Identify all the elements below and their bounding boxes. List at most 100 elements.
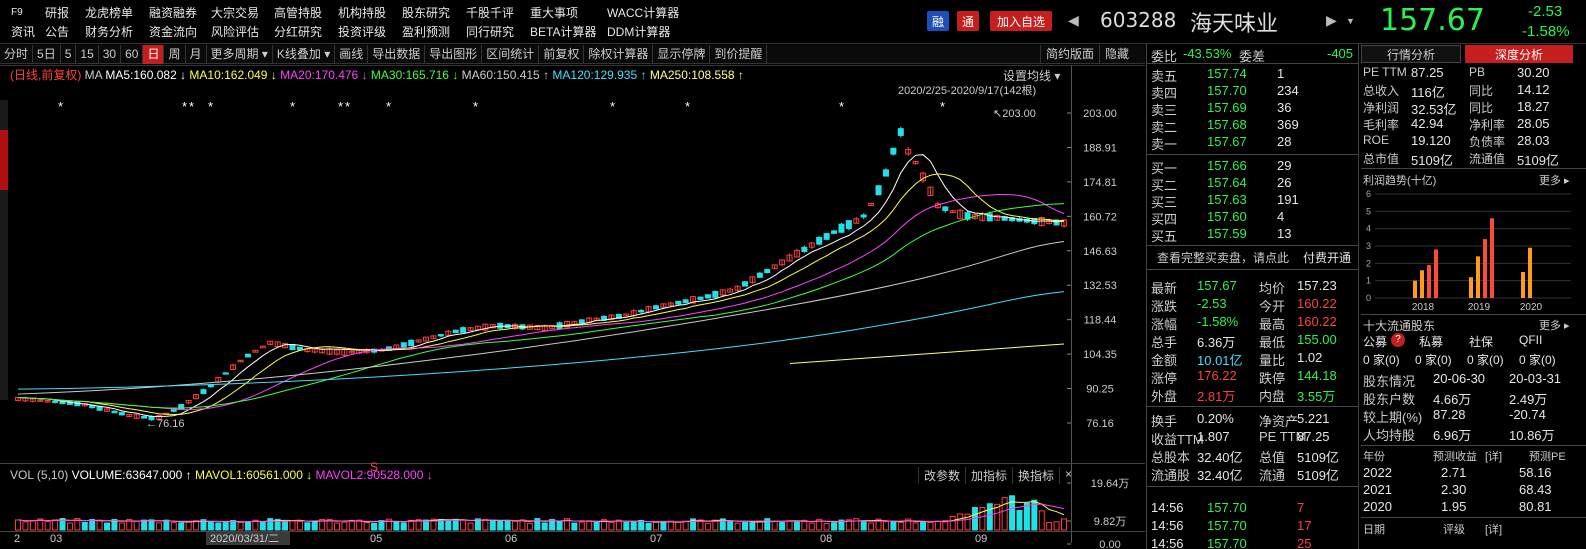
menu-item-row2-8[interactable]: 同行研究	[463, 23, 517, 40]
menu-item-row1-7[interactable]: 股东研究	[399, 4, 453, 21]
side-strip[interactable]	[0, 100, 8, 400]
event-star[interactable]: *	[839, 99, 844, 114]
toolbar-item-15[interactable]: 前复权	[539, 44, 585, 64]
menu-item-row1-1[interactable]: 研报	[42, 4, 72, 21]
tong-tag[interactable]: 通	[957, 11, 979, 31]
menu-item-row2-4[interactable]: 风险评估	[208, 23, 262, 40]
toolbar-item-11[interactable]: 画线	[335, 44, 369, 64]
toolbar-item-18[interactable]: 到价提醒	[710, 44, 768, 64]
help-icon[interactable]: ?	[1391, 333, 1405, 347]
menu-item-row1-6[interactable]: 机构持股	[335, 4, 389, 21]
vol-btn-3[interactable]: ×	[1059, 467, 1077, 484]
toolbar-item-1[interactable]: 5日	[33, 44, 61, 64]
volume-bar	[311, 520, 318, 531]
sell-level-price[interactable]: 157.74	[1207, 66, 1247, 81]
menu-row-1: F9 研报 龙虎榜单 融资融券 大宗交易 高管持股 机构持股 股东研究 千股千评 重大事项 WACC…	[0, 3, 700, 21]
menu-item-row2-9[interactable]: BETA计算器	[527, 23, 599, 40]
vol-btn-2[interactable]: 换指标	[1012, 467, 1059, 484]
event-star[interactable]: *	[685, 99, 690, 114]
profit-year-label: 2018	[1412, 302, 1435, 313]
toolbar-item-5[interactable]: 60	[121, 44, 144, 64]
event-star[interactable]: *	[338, 99, 343, 114]
toolbar-item-7[interactable]: 周	[164, 44, 186, 64]
candle-body	[289, 344, 296, 351]
event-star[interactable]: *	[189, 99, 194, 114]
stat-value: 176.22	[1197, 368, 1237, 383]
forecast-detail-link[interactable]: [详]	[1485, 448, 1502, 464]
event-star[interactable]: *	[386, 99, 391, 114]
buy-level-price[interactable]: 157.64	[1207, 175, 1247, 190]
toolbar-item-16[interactable]: 除权计算器	[584, 44, 654, 64]
toolbar-item-3[interactable]: 15	[76, 44, 99, 64]
full-book-link[interactable]: 查看完整买卖盘，请点此	[1157, 249, 1289, 266]
vol-btn-0[interactable]: 改参数	[918, 467, 965, 484]
sell-level-price[interactable]: 157.67	[1207, 134, 1247, 149]
tab-market-analysis[interactable]: 行情分析	[1361, 45, 1461, 63]
menu-item-row2-0[interactable]: 资讯	[8, 23, 38, 40]
rating-detail-link[interactable]: [详]	[1485, 521, 1502, 537]
menu-item-row1-2[interactable]: 龙虎榜单	[82, 4, 136, 21]
event-star[interactable]: *	[58, 99, 63, 114]
buy-level-price[interactable]: 157.60	[1207, 209, 1247, 224]
holder-type[interactable]: 社保	[1469, 333, 1493, 350]
toolbar-right-item-1[interactable]: 隐藏	[1099, 45, 1134, 64]
menu-item-row2-1[interactable]: 公告	[42, 23, 72, 40]
holder-type[interactable]: 私募	[1419, 333, 1443, 350]
sell-level-price[interactable]: 157.68	[1207, 117, 1247, 132]
holder-row-label: 较上期(%)	[1363, 410, 1423, 425]
toolbar-item-10[interactable]: K线叠加 ▾	[273, 44, 336, 64]
holder-type[interactable]: QFII	[1519, 333, 1542, 347]
buy-level-label: 买五	[1151, 229, 1178, 244]
buy-level-price[interactable]: 157.59	[1207, 226, 1247, 241]
volume-bar	[615, 519, 622, 531]
buy-level-price[interactable]: 157.63	[1207, 192, 1247, 207]
event-star[interactable]: *	[940, 99, 945, 114]
menu-item-row1-0[interactable]: F9	[8, 7, 26, 18]
toolbar-item-8[interactable]: 月	[186, 44, 207, 64]
menu-item-row2-10[interactable]: DDM计算器	[604, 23, 673, 40]
prev-stock-icon[interactable]: ◀	[1068, 12, 1079, 29]
holder-type[interactable]: 公募	[1363, 333, 1387, 350]
toolbar-item-6[interactable]: 日	[143, 44, 165, 64]
pay-open-link[interactable]: 付费开通	[1303, 249, 1351, 266]
volume-bar	[742, 521, 749, 531]
toolbar-item-17[interactable]: 显示停牌	[653, 44, 711, 64]
candles	[15, 126, 1067, 421]
menu-item-row2-5[interactable]: 分红研究	[271, 23, 325, 40]
menu-item-row1-5[interactable]: 高管持股	[271, 4, 325, 21]
buy-level-price[interactable]: 157.66	[1207, 158, 1247, 173]
event-star[interactable]: *	[345, 99, 350, 114]
dropdown-icon[interactable]: ▼	[1346, 16, 1355, 26]
toolbar-item-9[interactable]: 更多周期 ▾	[207, 44, 273, 64]
next-stock-icon[interactable]: ▶	[1326, 12, 1337, 29]
toolbar-item-14[interactable]: 区间统计	[482, 44, 540, 64]
tab-deep-analysis[interactable]: 深度分析	[1465, 45, 1573, 63]
event-star[interactable]: *	[182, 99, 187, 114]
menu-item-row1-9[interactable]: 重大事项	[527, 4, 581, 21]
sell-level-price[interactable]: 157.69	[1207, 100, 1247, 115]
add-watchlist-button[interactable]: 加入自选	[990, 11, 1052, 31]
menu-item-row1-3[interactable]: 融资融券	[146, 4, 200, 21]
menu-item-row1-8[interactable]: 千股千评	[463, 4, 517, 21]
event-star[interactable]: *	[208, 99, 213, 114]
menu-item-row2-7[interactable]: 盈利预测	[399, 23, 453, 40]
toolbar-item-2[interactable]: 5	[61, 44, 77, 64]
toolbar-item-0[interactable]: 分时	[0, 44, 34, 64]
stat-label: 涨停	[1151, 371, 1178, 386]
menu-item-row2-6[interactable]: 投资评级	[335, 23, 389, 40]
rong-tag[interactable]: 融	[927, 11, 949, 31]
menu-item-row2-2[interactable]: 财务分析	[82, 23, 136, 40]
toolbar-item-12[interactable]: 导出数据	[368, 44, 426, 64]
vol-btn-1[interactable]: 加指标	[965, 467, 1012, 484]
toolbar-item-13[interactable]: 导出图形	[425, 44, 483, 64]
toolbar-right-item-0[interactable]: 简约版面	[1040, 45, 1099, 64]
menu-item-row1-4[interactable]: 大宗交易	[208, 4, 262, 21]
event-star[interactable]: *	[610, 99, 615, 114]
event-star[interactable]: *	[473, 99, 478, 114]
sell-level-price[interactable]: 157.70	[1207, 83, 1247, 98]
menu-item-row2-3[interactable]: 资金流向	[146, 23, 200, 40]
event-star[interactable]: *	[290, 99, 295, 114]
menu-item-row1-10[interactable]: WACC计算器	[604, 4, 682, 21]
holders-more[interactable]: 更多 ▸	[1539, 317, 1570, 333]
toolbar-item-4[interactable]: 30	[99, 44, 122, 64]
